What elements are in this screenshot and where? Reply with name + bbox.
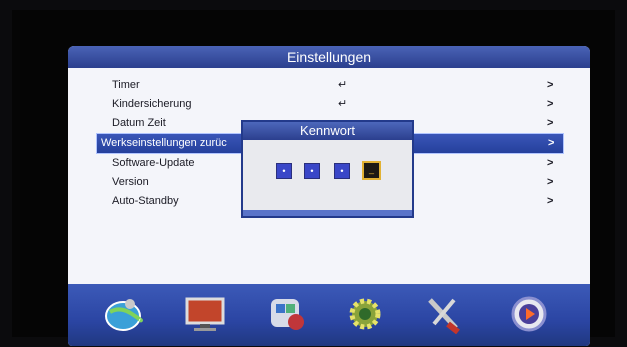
- menu-item-timer[interactable]: Timer ↵ >: [94, 76, 572, 95]
- media-play-icon[interactable]: [508, 294, 550, 334]
- pin-digit[interactable]: •: [276, 163, 292, 179]
- menu-item-label: Version: [112, 176, 149, 188]
- settings-puzzle-icon[interactable]: [266, 294, 308, 334]
- dialog-footer: [243, 210, 412, 216]
- chevron-right-icon: >: [547, 117, 554, 129]
- password-dialog: Kennwort • • • _: [241, 120, 414, 218]
- menu-item-label: Kindersicherung: [112, 98, 192, 110]
- tv-monitor-icon[interactable]: [184, 294, 226, 334]
- chevron-right-icon: >: [547, 195, 554, 207]
- menu-item-label: Datum Zeit: [112, 117, 166, 129]
- menu-item-label: Timer: [112, 79, 140, 91]
- enter-icon: ↵: [338, 98, 348, 110]
- page-title: Einstellungen: [68, 46, 590, 68]
- main-menu-bar: [68, 284, 590, 346]
- chevron-right-icon: >: [548, 137, 555, 149]
- pin-digit[interactable]: •: [304, 163, 320, 179]
- enter-icon: ↵: [338, 79, 348, 91]
- gear-icon[interactable]: [344, 294, 386, 334]
- menu-item-label: Auto-Standby: [112, 195, 179, 207]
- dialog-title: Kennwort: [243, 122, 412, 140]
- pin-digit-active[interactable]: _: [362, 161, 381, 180]
- tools-icon[interactable]: [422, 294, 464, 334]
- menu-item-label: Software-Update: [112, 157, 195, 169]
- chevron-right-icon: >: [547, 157, 554, 169]
- satellite-globe-icon[interactable]: [102, 294, 144, 334]
- menu-item-parental-lock[interactable]: Kindersicherung ↵ >: [94, 95, 572, 114]
- chevron-right-icon: >: [547, 176, 554, 188]
- chevron-right-icon: >: [547, 79, 554, 91]
- menu-item-label: Werkseinstellungen zurüc: [101, 137, 227, 149]
- tv-screen: Einstellungen Timer ↵ > Kindersicherung …: [12, 10, 615, 346]
- pin-digit[interactable]: •: [334, 163, 350, 179]
- chevron-right-icon: >: [547, 98, 554, 110]
